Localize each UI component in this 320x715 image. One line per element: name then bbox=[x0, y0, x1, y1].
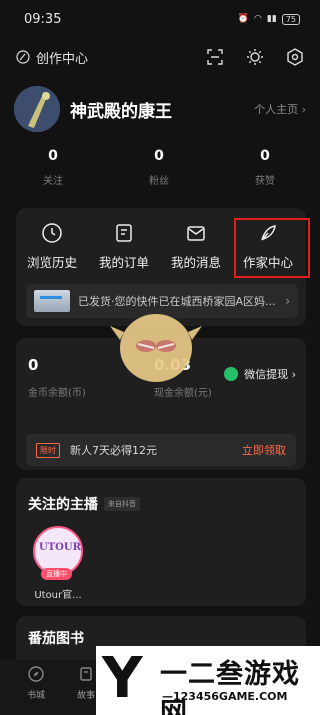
homepage-link[interactable]: 个人主页 › bbox=[254, 101, 306, 117]
profile-row[interactable]: 神武殿的康王 个人主页 › bbox=[14, 86, 306, 132]
theme-sun-icon[interactable] bbox=[246, 48, 264, 66]
battery-icon: 75 bbox=[281, 13, 300, 25]
menu-label: 我的消息 bbox=[170, 255, 221, 270]
tab-label: 书城 bbox=[26, 691, 45, 701]
order-list-icon bbox=[116, 224, 132, 242]
compass-icon bbox=[28, 666, 44, 682]
wechat-icon bbox=[224, 367, 239, 381]
promo-text: 新人7天必得12元 bbox=[70, 444, 157, 457]
alarm-icon: ⏰ bbox=[237, 14, 250, 24]
stats-row: 0 关注 0 粉丝 0 获赞 bbox=[0, 148, 320, 187]
menu-label: 我的订单 bbox=[98, 255, 149, 270]
coin-label: 金币余额(币) bbox=[28, 388, 86, 399]
newbie-promo[interactable]: 限时 新人7天必得12元 立即领取 bbox=[26, 434, 296, 466]
stat-label: 粉丝 bbox=[149, 176, 169, 187]
creator-center-label: 创作中心 bbox=[36, 51, 89, 67]
signal-icon: ▮▮ bbox=[266, 14, 277, 24]
mascot-illustration bbox=[110, 314, 202, 382]
limited-tag: 限时 bbox=[36, 442, 60, 458]
username: 神武殿的康王 bbox=[70, 101, 172, 122]
avatar[interactable] bbox=[14, 86, 60, 132]
streamer-logo: UTOUR bbox=[39, 542, 81, 553]
menu-label: 浏览历史 bbox=[26, 255, 77, 270]
status-bar: 09:35 ⏰ ◠ ▮▮ 75 bbox=[0, 0, 320, 38]
source-badge: 来自抖音 bbox=[104, 497, 140, 511]
status-time: 09:35 bbox=[24, 11, 62, 27]
streamer-avatar[interactable]: UTOUR 直播中 bbox=[33, 526, 83, 580]
stat-value: 0 bbox=[260, 148, 270, 164]
watermark-letter: Y bbox=[102, 646, 143, 711]
menu-messages[interactable]: 我的消息 bbox=[160, 222, 232, 271]
stat-label: 获赞 bbox=[255, 176, 275, 187]
settings-gear-icon[interactable] bbox=[286, 48, 304, 66]
stat-following[interactable]: 0 关注 bbox=[0, 148, 106, 187]
coin-value: 0 bbox=[28, 356, 39, 374]
stat-likes[interactable]: 0 获赞 bbox=[212, 148, 318, 187]
package-thumbnail bbox=[34, 290, 70, 312]
menu-writer-center[interactable]: 作家中心 bbox=[232, 218, 310, 278]
streamer-name: Utour官... bbox=[34, 590, 82, 601]
stat-fans[interactable]: 0 粉丝 bbox=[106, 148, 212, 187]
wifi-icon: ◠ bbox=[254, 14, 262, 24]
clock-icon bbox=[42, 223, 62, 243]
watermark-name: 一二叁游戏网 bbox=[160, 659, 300, 715]
book-icon bbox=[80, 667, 92, 681]
claim-now-button[interactable]: 立即领取 bbox=[242, 442, 286, 458]
menu-label: 作家中心 bbox=[242, 255, 293, 270]
top-bar: 创作中心 bbox=[0, 40, 320, 74]
scan-icon[interactable] bbox=[206, 48, 224, 66]
coin-balance[interactable]: 0 金币余额(币) bbox=[28, 356, 86, 399]
wechat-withdraw-button[interactable]: 微信提现 › bbox=[224, 366, 296, 382]
site-watermark: Y 一二叁游戏网 —123456GAME.COM bbox=[96, 646, 320, 715]
followed-streamers-card: 关注的主播 来自抖音 UTOUR 直播中 Utour官... bbox=[16, 478, 306, 606]
withdraw-label: 微信提现 › bbox=[244, 368, 296, 381]
menu-history[interactable]: 浏览历史 bbox=[16, 222, 88, 271]
chevron-right-icon: › bbox=[285, 294, 290, 308]
mail-icon bbox=[187, 226, 205, 241]
section-title: 番茄图书 bbox=[28, 631, 84, 647]
feather-icon bbox=[261, 225, 276, 241]
live-badge: 直播中 bbox=[41, 568, 72, 580]
streamer-item[interactable]: UTOUR 直播中 Utour官... bbox=[30, 526, 86, 601]
creator-pen-icon bbox=[16, 50, 30, 64]
stat-label: 关注 bbox=[43, 176, 63, 187]
tab-bookstore[interactable]: 书城 bbox=[16, 666, 56, 701]
status-icons: ⏰ ◠ ▮▮ 75 bbox=[237, 13, 300, 25]
section-title: 关注的主播 bbox=[28, 497, 98, 513]
menu-orders[interactable]: 我的订单 bbox=[88, 222, 160, 271]
stat-value: 0 bbox=[48, 148, 58, 164]
stat-value: 0 bbox=[154, 148, 164, 164]
creator-center-link[interactable]: 创作中心 bbox=[16, 48, 88, 67]
watermark-url: —123456GAME.COM bbox=[162, 690, 288, 703]
